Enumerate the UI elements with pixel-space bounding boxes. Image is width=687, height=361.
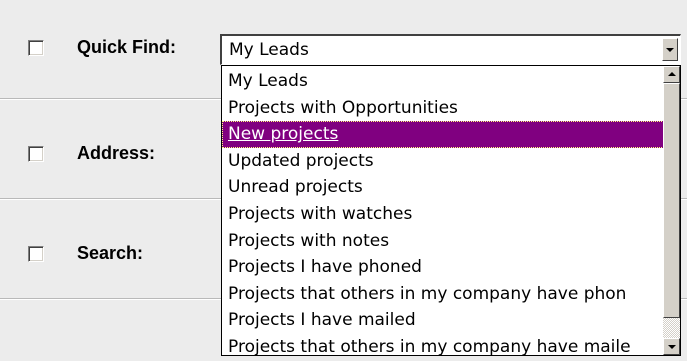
option-item[interactable]: Projects that others in my company have … [222, 281, 664, 308]
option-item[interactable]: My Leads [222, 68, 664, 95]
quick-find-selected-value: My Leads [229, 40, 309, 60]
arrow-up-icon [668, 72, 676, 76]
chevron-down-icon [666, 48, 674, 52]
quick-find-checkbox[interactable] [28, 40, 44, 56]
option-item[interactable]: Projects with watches [222, 201, 664, 228]
option-item[interactable]: Unread projects [222, 174, 664, 201]
quick-find-options-list[interactable]: My Leads Projects with Opportunities New… [221, 65, 681, 356]
dropdown-button[interactable] [662, 38, 678, 61]
options-container: My Leads Projects with Opportunities New… [222, 68, 664, 355]
scroll-down-button[interactable] [663, 338, 680, 355]
scrollbar-thumb[interactable] [663, 83, 680, 318]
option-item[interactable]: Projects that others in my company have … [222, 334, 664, 355]
option-item[interactable]: Projects with notes [222, 228, 664, 255]
vertical-scrollbar[interactable] [663, 66, 680, 355]
scroll-up-button[interactable] [663, 66, 680, 83]
quick-find-select[interactable]: My Leads [220, 34, 681, 65]
option-item[interactable]: Updated projects [222, 148, 664, 175]
search-checkbox[interactable] [28, 246, 44, 262]
search-label: Search: [77, 243, 144, 263]
quick-find-label: Quick Find: [77, 37, 176, 57]
arrow-down-icon [668, 345, 676, 349]
option-item[interactable]: Projects with Opportunities [222, 95, 664, 122]
scrollbar-track[interactable] [663, 318, 680, 338]
option-item-selected[interactable]: New projects [222, 121, 664, 148]
option-item[interactable]: Projects I have mailed [222, 307, 664, 334]
address-label: Address: [77, 143, 156, 163]
option-item[interactable]: Projects I have phoned [222, 254, 664, 281]
address-checkbox[interactable] [28, 146, 44, 162]
